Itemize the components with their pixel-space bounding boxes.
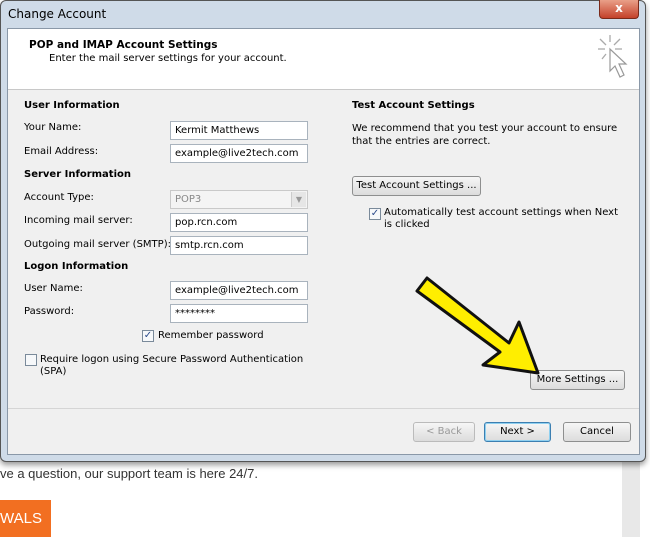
server-info-heading: Server Information: [24, 169, 131, 180]
account-type-label: Account Type:: [24, 192, 94, 203]
test-heading: Test Account Settings: [352, 100, 475, 111]
spa-label: Require logon using Secure Password Auth…: [40, 354, 304, 377]
more-settings-button[interactable]: More Settings ...: [530, 370, 625, 390]
test-account-settings-button[interactable]: Test Account Settings ...: [352, 176, 481, 196]
user-info-heading: User Information: [24, 100, 120, 111]
your-name-label: Your Name:: [24, 122, 82, 133]
user-name-input[interactable]: example@live2tech.com: [170, 281, 308, 300]
spa-checkbox[interactable]: [25, 354, 37, 366]
auto-test-label: Automatically test account settings when…: [384, 207, 619, 230]
logon-info-heading: Logon Information: [24, 261, 129, 272]
cursor-sparkle-icon: [598, 35, 628, 78]
password-label: Password:: [24, 306, 75, 317]
header-title: POP and IMAP Account Settings: [29, 39, 218, 51]
footer-divider: [8, 408, 639, 409]
email-label: Email Address:: [24, 146, 99, 157]
close-button[interactable]: x: [599, 0, 639, 19]
incoming-server-label: Incoming mail server:: [24, 215, 133, 226]
chevron-down-icon: ▼: [291, 192, 306, 207]
test-description: We recommend that you test your account …: [352, 123, 618, 147]
account-type-value: POP3: [175, 194, 202, 205]
window-title: Change Account: [8, 7, 107, 21]
background-page-text: ve a question, our support team is here …: [0, 466, 258, 481]
your-name-input[interactable]: Kermit Matthews: [170, 121, 308, 140]
header-subtitle: Enter the mail server settings for your …: [49, 53, 287, 64]
background-scrollbar[interactable]: [622, 462, 640, 537]
background-orange-button[interactable]: WALS: [0, 500, 51, 537]
back-button[interactable]: < Back: [413, 422, 475, 442]
outgoing-server-input[interactable]: smtp.rcn.com: [170, 236, 308, 255]
cancel-button[interactable]: Cancel: [563, 422, 631, 442]
next-button[interactable]: Next >: [484, 422, 551, 442]
email-input[interactable]: example@live2tech.com: [170, 144, 308, 163]
remember-password-checkbox[interactable]: ✓: [142, 330, 154, 342]
outgoing-server-label: Outgoing mail server (SMTP):: [24, 239, 171, 250]
user-name-label: User Name:: [24, 283, 83, 294]
incoming-server-input[interactable]: pop.rcn.com: [170, 213, 308, 232]
remember-password-label: Remember password: [158, 330, 264, 341]
password-input[interactable]: ********: [170, 304, 308, 323]
auto-test-checkbox[interactable]: ✓: [369, 208, 381, 220]
account-type-select[interactable]: POP3 ▼: [170, 190, 308, 209]
